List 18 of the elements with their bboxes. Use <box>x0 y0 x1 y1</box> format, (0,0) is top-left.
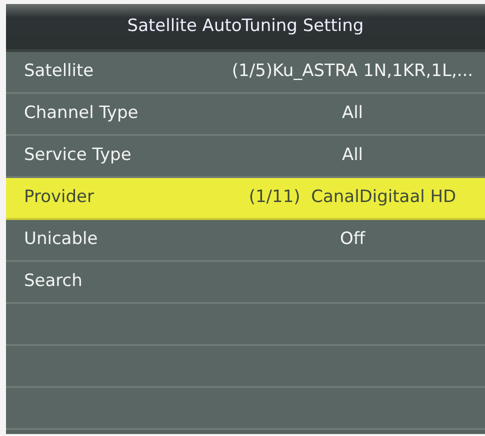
setting-label: Satellite <box>23 60 95 84</box>
setting-value: (1/11) CanalDigitaal HD <box>248 186 458 210</box>
menu-row[interactable]: Search <box>6 262 485 304</box>
setting-label: Provider <box>23 186 95 210</box>
menu-row[interactable]: Provider (1/11) CanalDigitaal HD <box>6 178 485 220</box>
menu-title: Satellite AutoTuning Setting <box>6 4 485 52</box>
setting-label: Unicable <box>23 228 99 252</box>
setting-value: All <box>340 144 364 168</box>
setting-label: Service Type <box>23 144 132 168</box>
setting-value: Off <box>338 228 366 252</box>
menu-row[interactable]: Satellite (1/5)Ku_ASTRA 1N,1KR,1L,... <box>6 52 485 94</box>
setting-value: All <box>340 102 364 126</box>
setting-label: Channel Type <box>23 102 140 126</box>
menu-row[interactable]: Channel Type All <box>6 94 485 136</box>
menu-row[interactable]: Unicable Off <box>6 220 485 262</box>
setting-label: Search <box>23 270 84 294</box>
setting-value: (1/5)Ku_ASTRA 1N,1KR,1L,... <box>230 60 474 84</box>
menu-row[interactable]: Service Type All <box>6 136 485 178</box>
